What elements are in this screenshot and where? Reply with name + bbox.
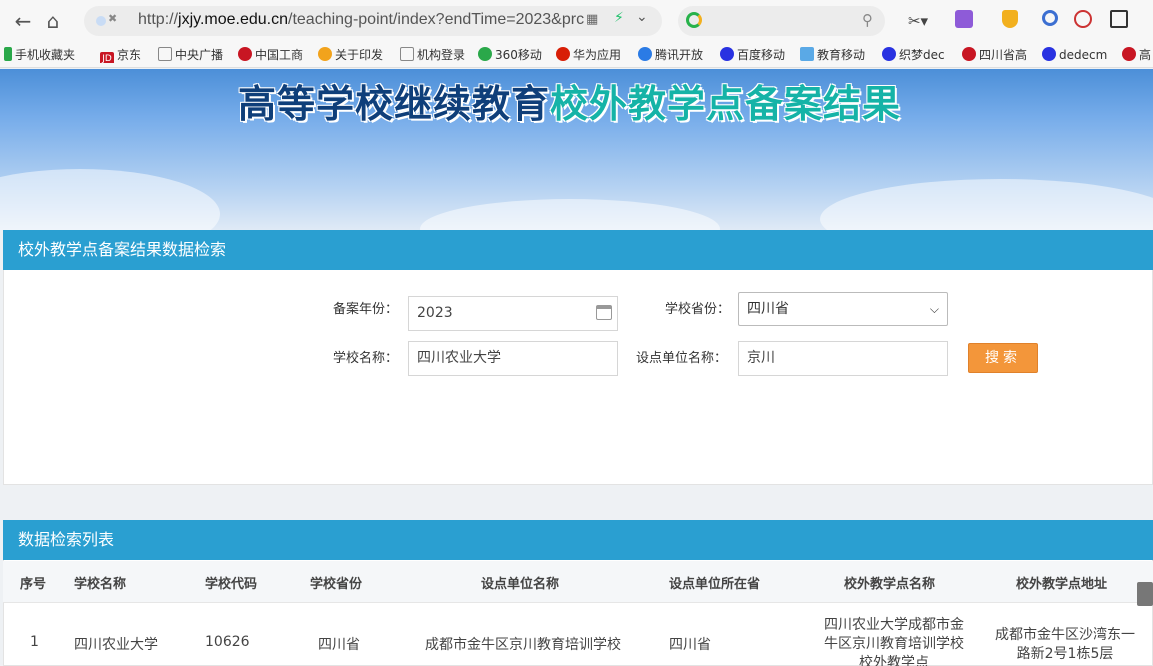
bookmark-item[interactable]: 手机收藏夹 [4, 47, 90, 63]
search-button[interactable]: 搜索 [968, 343, 1038, 373]
huawei-logo-icon [556, 47, 570, 61]
province-select[interactable]: 四川省 ⌵ [738, 292, 948, 326]
column-header: 校外教学点名称 [844, 577, 936, 592]
school-input[interactable]: 四川农业大学 [408, 341, 618, 376]
page-title: 高等学校继续教育校外教学点备案结果 [238, 73, 901, 128]
school-label: 学校名称： [333, 351, 399, 366]
url-host: jxjy.moe.edu.cn [178, 11, 289, 28]
unit-value: 京川 [747, 350, 775, 366]
column-header: 学校代码 [205, 577, 258, 592]
search-icon[interactable]: ⚲ [862, 11, 873, 29]
bookmark-item[interactable]: dedecm [1042, 47, 1108, 63]
column-header: 学校省份 [310, 577, 363, 592]
shield-icon[interactable] [998, 10, 1022, 32]
bookmark-item[interactable]: 关于印发 [318, 47, 384, 63]
results-panel-header: 数据检索列表 [3, 520, 1153, 560]
page-banner: 高等学校继续教育校外教学点备案结果 [0, 69, 1153, 230]
banner-cloud [820, 179, 1153, 230]
chevron-down-icon[interactable]: ⌄ [636, 9, 648, 25]
chevron-down-icon: ⌵ [929, 302, 939, 316]
page-title-part1: 高等学校继续教育 [238, 82, 551, 126]
cell-index: 1 [30, 634, 39, 650]
province-label: 学校省份： [665, 302, 731, 317]
browser-search-box[interactable]: ⚲ [678, 6, 885, 36]
page-icon [400, 47, 414, 61]
cell-unit-name: 成都市金牛区京川教育培训学校 [425, 637, 621, 653]
address-bar[interactable]: ✖ http://jxjy.moe.edu.cn/teaching-point/… [84, 6, 662, 36]
home-icon[interactable]: ⌂ [40, 8, 66, 34]
speed-mode-icon[interactable]: ⚡ [614, 10, 624, 26]
cell-school-province: 四川省 [318, 637, 360, 653]
bookmark-item[interactable]: 360移动 [478, 47, 544, 63]
province-value: 四川省 [747, 301, 789, 317]
back-icon[interactable]: ← [10, 8, 36, 34]
360-logo-icon [478, 47, 492, 61]
bookmark-item[interactable]: 织梦dec [882, 47, 948, 63]
extension-icon[interactable] [1072, 10, 1094, 32]
cube-icon [800, 47, 814, 61]
scissors-icon[interactable]: ✂▾ [906, 10, 930, 32]
search-engine-logo-icon[interactable] [686, 12, 702, 28]
bookmark-item[interactable]: 中国工商 [238, 47, 304, 63]
bookmark-item[interactable]: 高 [1122, 47, 1153, 63]
phone-icon [4, 47, 12, 61]
bookmark-item[interactable]: 腾讯开放 [638, 47, 706, 63]
translate-icon[interactable] [952, 10, 976, 32]
apps-grid-icon[interactable] [1108, 10, 1130, 32]
baidu-paw-icon [882, 47, 896, 61]
cell-unit-province: 四川省 [669, 637, 711, 653]
year-input[interactable]: 2023 [408, 296, 618, 331]
banner-cloud [0, 169, 220, 230]
search-panel-header: 校外教学点备案结果数据检索 [3, 230, 1153, 270]
jd-logo-icon: JD [100, 52, 114, 63]
address-url[interactable]: http://jxjy.moe.edu.cn/teaching-point/in… [138, 11, 608, 29]
page-icon [158, 47, 172, 61]
cell-point-address: 成都市金牛区沙湾东一路新2号1栋5层 [995, 627, 1135, 662]
site-security-icon[interactable] [96, 16, 106, 26]
bookmark-item[interactable]: 中央广播 [158, 47, 224, 63]
url-path: /teaching-point/index?endTime=2023&prc [288, 11, 585, 28]
results-panel-title: 数据检索列表 [18, 530, 115, 549]
user-icon[interactable] [1040, 10, 1060, 32]
tracker-icon[interactable]: ✖ [108, 12, 117, 25]
cell-school-name: 四川农业大学 [74, 637, 158, 653]
bookmark-item[interactable]: 华为应用 [556, 47, 624, 63]
url-prefix: http:// [138, 11, 179, 28]
column-header: 序号 [20, 577, 47, 592]
baidu-paw-icon [720, 47, 734, 61]
cell-school-code: 10626 [205, 634, 250, 650]
bookmark-item[interactable]: 机构登录 [400, 47, 468, 63]
bookmarks-bar: 手机收藏夹 JD 京东 中央广播 中国工商 关于印发 机构登录 360移动 华为应… [0, 42, 1153, 68]
column-header: 学校名称 [74, 577, 127, 592]
scrollbar-handle[interactable] [1137, 582, 1153, 606]
cell-point-name: 四川农业大学成都市金牛区京川教育培训学校校外教学点 [824, 617, 964, 666]
tencent-logo-icon [638, 47, 652, 61]
bookmark-item[interactable]: 四川省高 [962, 47, 1028, 63]
browser-toolbar: ← ⌂ ✖ http://jxjy.moe.edu.cn/teaching-po… [0, 0, 1153, 42]
search-panel-title: 校外教学点备案结果数据检索 [18, 240, 227, 259]
icbc-logo-icon [238, 47, 252, 61]
unit-label: 设点单位名称： [636, 351, 728, 366]
column-header: 设点单位所在省 [669, 577, 761, 592]
baidu-paw-icon [1042, 47, 1056, 61]
unit-input[interactable]: 京川 [738, 341, 948, 376]
table-header-row [3, 561, 1153, 603]
qrcode-icon[interactable]: ▦ [586, 12, 598, 27]
year-value: 2023 [417, 305, 453, 321]
calendar-icon[interactable] [596, 305, 612, 320]
site-logo-icon [1122, 47, 1136, 61]
school-logo-icon [962, 47, 976, 61]
bookmark-item[interactable]: 百度移动 [720, 47, 788, 63]
year-label: 备案年份： [333, 302, 399, 317]
column-header: 设点单位名称 [481, 577, 560, 592]
site-logo-icon [318, 47, 332, 61]
bookmark-item[interactable]: JD 京东 [100, 47, 150, 63]
bookmark-item[interactable]: 教育移动 [800, 47, 868, 63]
banner-cloud [420, 199, 720, 230]
column-header: 校外教学点地址 [1016, 577, 1108, 592]
school-value: 四川农业大学 [417, 350, 501, 366]
page-title-part2: 校外教学点备案结果 [550, 82, 902, 126]
